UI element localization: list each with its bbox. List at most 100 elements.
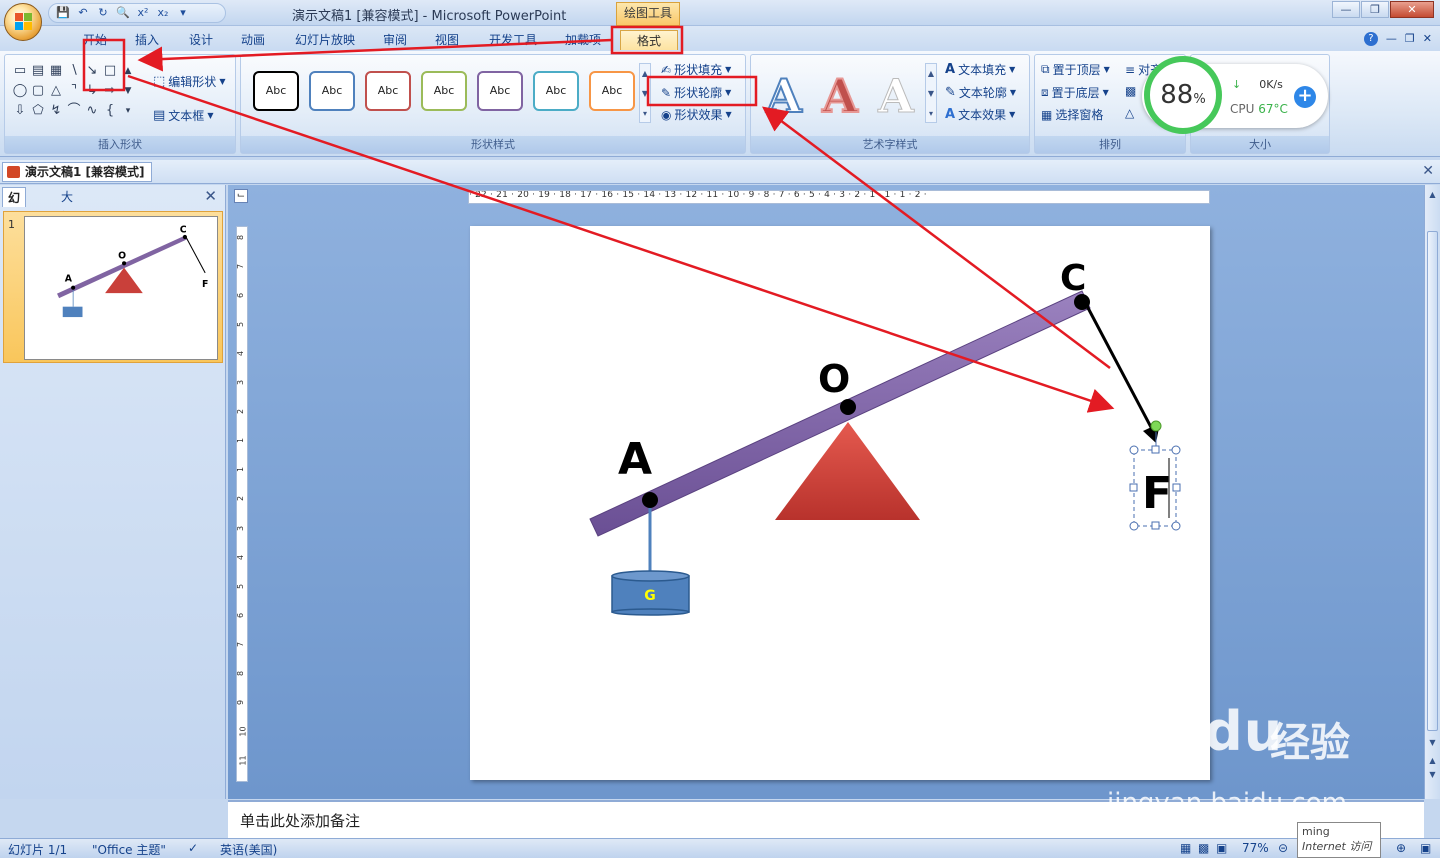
close-panel-icon[interactable]: ✕: [204, 187, 217, 205]
tab-insert[interactable]: 插入: [130, 30, 164, 50]
rectangle-shape-icon[interactable]: □: [101, 61, 119, 81]
tab-developer[interactable]: 开发工具: [484, 30, 542, 50]
slideshow-view-icon[interactable]: ▣: [1216, 841, 1227, 855]
close-button[interactable]: ✕: [1390, 1, 1434, 18]
redo-icon[interactable]: ↻: [95, 6, 111, 20]
style-swatch-2[interactable]: Abc: [309, 71, 355, 111]
gallery-up-icon[interactable]: ▲: [119, 61, 137, 81]
text-fill-button[interactable]: A 文本填充 ▼: [945, 61, 1015, 78]
office-button[interactable]: [4, 3, 42, 41]
preview-icon[interactable]: 🔍: [115, 6, 131, 20]
elbow-connector-icon[interactable]: ⌝: [65, 81, 83, 101]
shape-effects-button[interactable]: ◉ 形状效果 ▼: [661, 106, 732, 123]
force-arrow-line[interactable]: [1085, 305, 1155, 432]
undo-icon[interactable]: ↶: [75, 6, 91, 20]
tab-slideshow[interactable]: 幻灯片放映: [290, 30, 360, 50]
bring-to-front-button[interactable]: ⧉ 置于顶层 ▼: [1041, 61, 1110, 78]
previous-slide-icon[interactable]: ▲: [1427, 755, 1438, 767]
shape-outline-button[interactable]: ✎ 形状轮廓 ▼: [661, 84, 731, 101]
scroll-down-icon[interactable]: ▼: [1427, 737, 1438, 749]
point-o[interactable]: [840, 399, 856, 415]
gallery-more-icon[interactable]: ▾: [119, 101, 137, 121]
save-icon[interactable]: 💾: [55, 6, 71, 20]
textbox-shape-icon[interactable]: ▤: [29, 61, 47, 81]
style-swatch-5[interactable]: Abc: [477, 71, 523, 111]
style-swatch-7[interactable]: Abc: [589, 71, 635, 111]
tab-stop-selector[interactable]: ⌙: [234, 189, 248, 203]
slide-thumbnail-item[interactable]: 1 A O C F: [3, 211, 223, 363]
widget-plus-button[interactable]: +: [1294, 86, 1316, 108]
zoom-in-icon[interactable]: ⊕: [1396, 841, 1406, 855]
tab-design[interactable]: 设计: [184, 30, 218, 50]
doc-restore-icon[interactable]: ❐: [1405, 32, 1415, 46]
tab-animation[interactable]: 动画: [236, 30, 270, 50]
superscript-icon[interactable]: x²: [135, 6, 151, 20]
vertical-scrollbar[interactable]: ▲ ▼ ▲ ▼: [1424, 185, 1440, 799]
style-swatch-4[interactable]: Abc: [421, 71, 467, 111]
fit-to-window-icon[interactable]: ▣: [1420, 841, 1431, 855]
language-indicator[interactable]: 英语(美国): [220, 841, 277, 858]
style-swatch-1[interactable]: Abc: [253, 71, 299, 111]
cpu-monitor-widget[interactable]: 88% ↓ 0K/s CPU 67°C +: [1142, 56, 1328, 134]
label-o[interactable]: O: [818, 357, 850, 401]
label-a[interactable]: A: [618, 434, 652, 485]
point-a[interactable]: [642, 492, 658, 508]
vertical-textbox-icon[interactable]: ▦: [47, 61, 65, 81]
doc-close-icon[interactable]: ✕: [1423, 32, 1432, 46]
freeform-curve-icon[interactable]: ∿: [83, 101, 101, 121]
wordart-gallery-scroll[interactable]: ▲ ▼ ▾: [925, 63, 937, 123]
weight-cylinder[interactable]: G: [611, 570, 690, 616]
spellcheck-icon[interactable]: ✓: [188, 841, 198, 855]
edit-shape-button[interactable]: ⬚ 编辑形状 ▼: [153, 73, 225, 90]
tab-outline[interactable]: 大纲: [56, 187, 78, 224]
slide-thumbnail[interactable]: A O C F: [24, 216, 218, 360]
brace-shape-icon[interactable]: {: [101, 101, 119, 121]
restore-button[interactable]: ❐: [1361, 1, 1389, 18]
wordart-style-2[interactable]: A: [815, 70, 865, 122]
lightning-shape-icon[interactable]: ↯: [47, 101, 65, 121]
tab-view[interactable]: 视图: [430, 30, 464, 50]
scroll-up-icon[interactable]: ▲: [1427, 189, 1438, 201]
slide-canvas[interactable]: G A O C F: [470, 226, 1210, 780]
selection-pane-button[interactable]: ▦ 选择窗格: [1041, 106, 1103, 123]
pentagon-shape-icon[interactable]: ⬠: [29, 101, 47, 121]
tab-slides[interactable]: 幻灯片: [2, 187, 27, 245]
customize-qat-icon[interactable]: ▾: [175, 6, 191, 20]
oval-shape-icon[interactable]: ◯: [11, 81, 29, 101]
curve-shape-icon[interactable]: ⌒: [65, 101, 83, 121]
triangle-shape-icon[interactable]: △: [47, 81, 65, 101]
arrow-line-shape-icon[interactable]: ↘: [83, 61, 101, 81]
rounded-rect-shape-icon[interactable]: ▢: [29, 81, 47, 101]
next-slide-icon[interactable]: ▼: [1427, 769, 1438, 781]
text-outline-button[interactable]: ✎ 文本轮廓 ▼: [945, 84, 1016, 101]
style-swatch-6[interactable]: Abc: [533, 71, 579, 111]
vertical-ruler[interactable]: 8 7 6 5 4 3 2 1 1 2 3 4 5 6 7 8 9 10 11: [236, 226, 248, 782]
elbow-arrow-icon[interactable]: ↳: [83, 81, 101, 101]
zoom-out-icon[interactable]: ⊝: [1278, 841, 1288, 855]
down-arrow-shape-icon[interactable]: ⇩: [11, 101, 29, 121]
subscript-icon[interactable]: x₂: [155, 6, 171, 20]
rotate-button[interactable]: △: [1125, 106, 1134, 120]
send-to-back-button[interactable]: ⧈ 置于底层 ▼: [1041, 84, 1109, 101]
tab-home[interactable]: 开始: [80, 30, 110, 50]
sorter-view-icon[interactable]: ▩: [1198, 841, 1209, 855]
style-swatch-3[interactable]: Abc: [365, 71, 411, 111]
normal-view-icon[interactable]: ▦: [1180, 841, 1191, 855]
text-box-button[interactable]: ▤ 文本框 ▼: [153, 107, 213, 124]
gallery-down-icon[interactable]: ▼: [119, 81, 137, 101]
tab-review[interactable]: 审阅: [378, 30, 412, 50]
minimize-button[interactable]: —: [1332, 1, 1360, 18]
block-arrow-icon[interactable]: ⇨: [101, 81, 119, 101]
zoom-level[interactable]: 77%: [1242, 841, 1269, 855]
label-f[interactable]: F: [1142, 468, 1172, 519]
help-icon[interactable]: ?: [1363, 32, 1378, 46]
line-shape-icon[interactable]: ∖: [65, 61, 83, 81]
wordart-style-3[interactable]: A: [871, 71, 921, 122]
style-gallery-scroll[interactable]: ▲ ▼ ▾: [639, 63, 651, 123]
horizontal-ruler[interactable]: · 22 · 21 · 20 · 19 · 18 · 17 · 16 · 15 …: [468, 190, 1210, 204]
doc-minimize-icon[interactable]: —: [1386, 32, 1397, 46]
text-effects-button[interactable]: A 文本效果 ▼: [945, 106, 1015, 123]
scrollbar-thumb[interactable]: [1427, 231, 1438, 731]
group-objects-button[interactable]: ▩: [1125, 84, 1136, 98]
label-c[interactable]: C: [1060, 258, 1086, 299]
